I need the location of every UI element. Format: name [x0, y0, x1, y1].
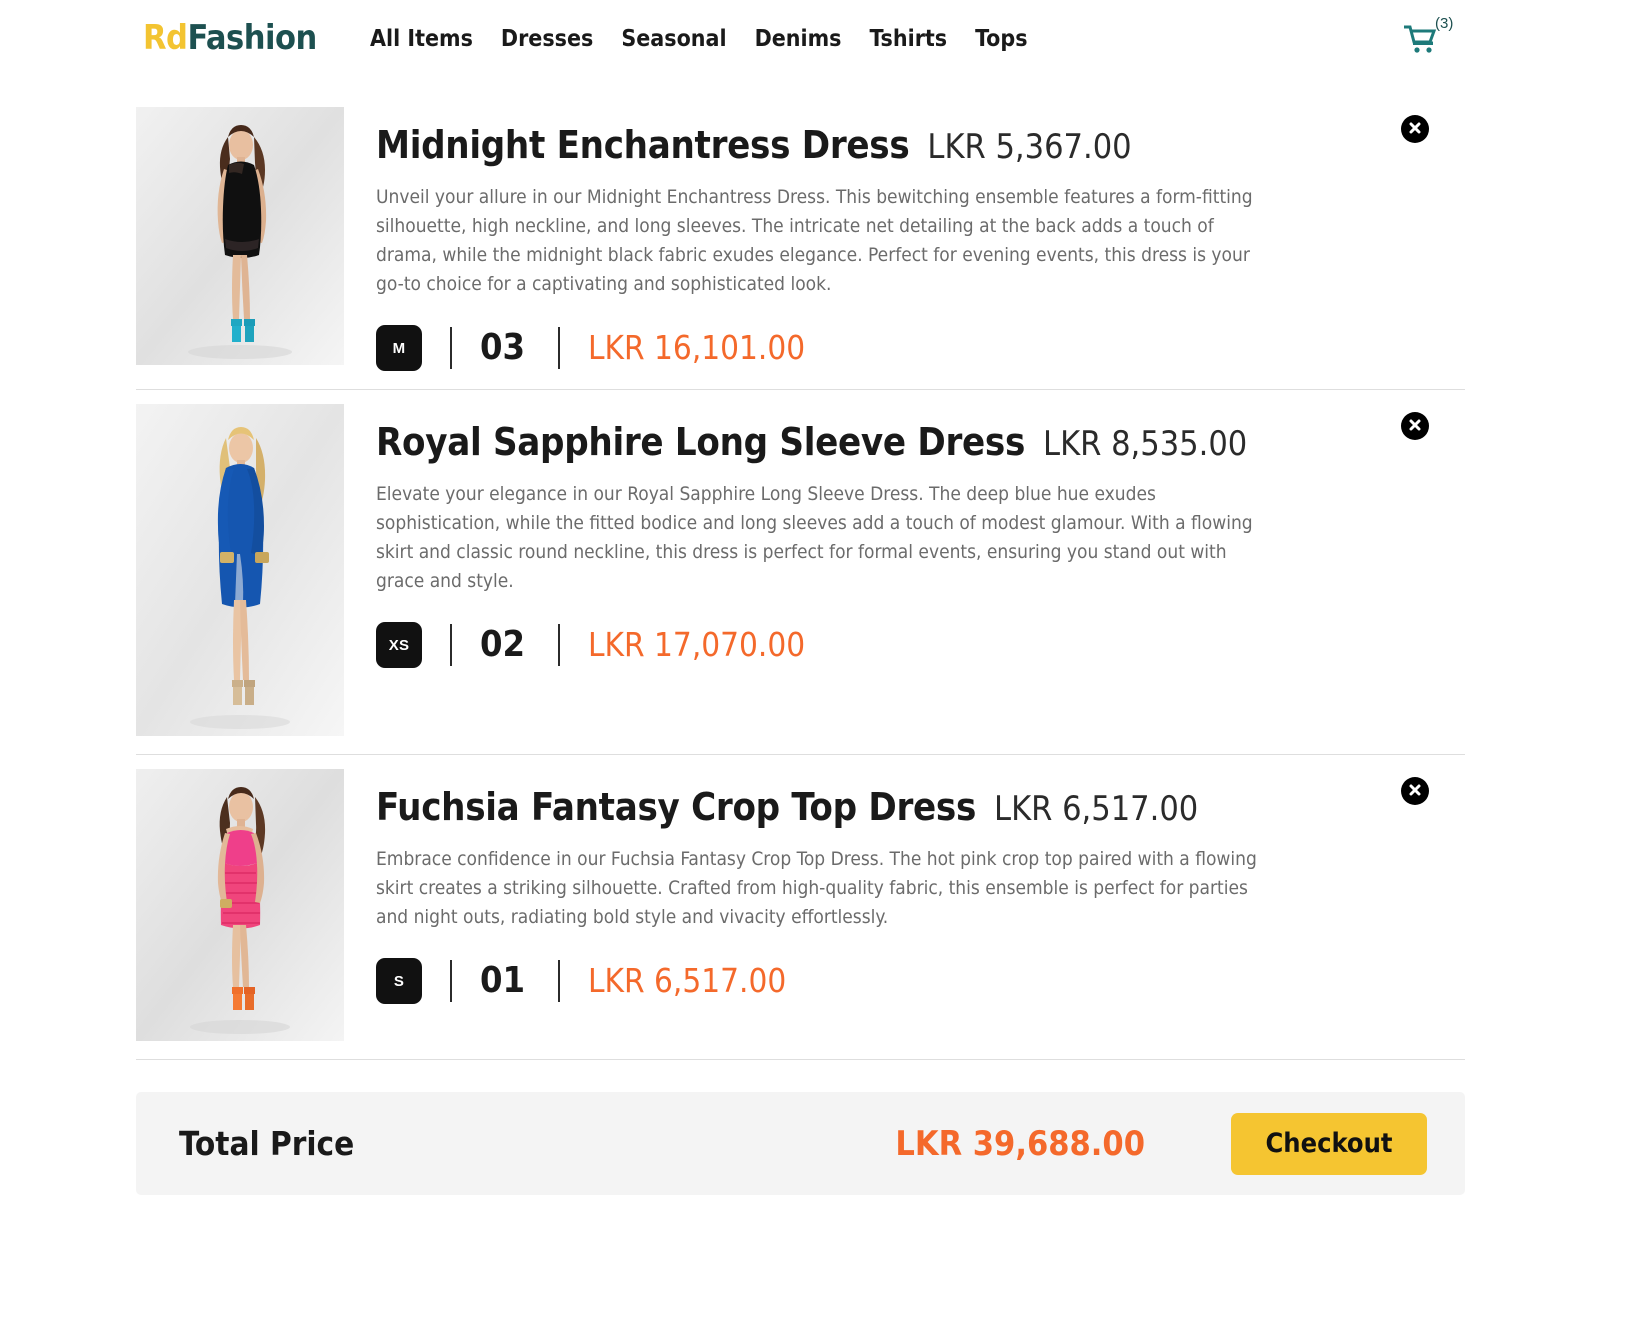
- product-unit-price: LKR 5,367.00: [927, 127, 1132, 167]
- product-thumbnail[interactable]: [136, 404, 344, 736]
- close-circle-icon: [1408, 121, 1422, 138]
- product-description: Unveil your allure in our Midnight Encha…: [376, 186, 1253, 295]
- cart-item-details: Fuchsia Fantasy Crop Top Dress LKR 6,517…: [344, 769, 1465, 1041]
- total-price-label: Total Price: [179, 1123, 355, 1163]
- site-header: RdFashion All Items Dresses Seasonal Den…: [0, 0, 1643, 78]
- brand-logo[interactable]: RdFashion: [143, 18, 317, 58]
- product-image-blue-dress: [136, 404, 344, 736]
- remove-item-button[interactable]: [1401, 412, 1429, 440]
- product-title[interactable]: Midnight Enchantress Dress: [376, 123, 910, 167]
- checkout-button[interactable]: Checkout: [1231, 1112, 1427, 1175]
- quantity-value[interactable]: 03: [480, 326, 530, 370]
- product-unit-price: LKR 8,535.00: [1043, 424, 1248, 464]
- brand-logo-secondary: Fashion: [187, 18, 317, 58]
- quantity-value[interactable]: 01: [480, 959, 530, 1003]
- cart-total-bar: Total Price LKR 39,688.00 Checkout: [136, 1092, 1465, 1195]
- divider: [450, 624, 452, 666]
- product-meta-row: M 03 LKR 16,101.00: [376, 325, 1465, 371]
- nav-item-seasonal[interactable]: Seasonal: [607, 24, 740, 54]
- brand-logo-primary: Rd: [143, 18, 188, 58]
- cart-count-badge: (3): [1435, 15, 1454, 32]
- divider: [558, 327, 560, 369]
- line-subtotal: LKR 17,070.00: [588, 625, 806, 664]
- product-title-row: Royal Sapphire Long Sleeve Dress LKR 8,5…: [376, 420, 1465, 466]
- product-meta-row: S 01 LKR 6,517.00: [376, 958, 1465, 1004]
- shopping-cart-icon: [1403, 25, 1438, 60]
- remove-item-button[interactable]: [1401, 777, 1429, 805]
- cart-item: Fuchsia Fantasy Crop Top Dress LKR 6,517…: [136, 755, 1465, 1060]
- cart-item: Midnight Enchantress Dress LKR 5,367.00 …: [136, 93, 1465, 390]
- close-circle-icon: [1408, 418, 1422, 435]
- product-title-row: Midnight Enchantress Dress LKR 5,367.00: [376, 123, 1465, 169]
- cart-button[interactable]: (3): [1403, 15, 1464, 62]
- nav-item-tshirts[interactable]: Tshirts: [856, 24, 962, 54]
- product-image-pink-dress: [136, 769, 344, 1041]
- nav-item-all-items[interactable]: All Items: [370, 24, 487, 54]
- product-description: Embrace confidence in our Fuchsia Fantas…: [376, 848, 1257, 928]
- size-badge: M: [376, 325, 422, 371]
- divider: [558, 624, 560, 666]
- product-thumbnail[interactable]: [136, 107, 344, 365]
- main-navigation: All Items Dresses Seasonal Denims Tshirt…: [370, 24, 1042, 54]
- cart-item-list: Midnight Enchantress Dress LKR 5,367.00 …: [136, 93, 1465, 1060]
- cart-item: Royal Sapphire Long Sleeve Dress LKR 8,5…: [136, 390, 1465, 755]
- cart-item-details: Royal Sapphire Long Sleeve Dress LKR 8,5…: [344, 404, 1465, 736]
- close-circle-icon: [1408, 783, 1422, 800]
- quantity-value[interactable]: 02: [480, 623, 530, 667]
- divider: [450, 327, 452, 369]
- divider: [450, 960, 452, 1002]
- size-badge: S: [376, 958, 422, 1004]
- remove-item-button[interactable]: [1401, 115, 1429, 143]
- product-description: Elevate your elegance in our Royal Sapph…: [376, 483, 1253, 592]
- size-badge: XS: [376, 622, 422, 668]
- line-subtotal: LKR 6,517.00: [588, 961, 787, 1000]
- product-title-row: Fuchsia Fantasy Crop Top Dress LKR 6,517…: [376, 785, 1465, 831]
- product-title[interactable]: Royal Sapphire Long Sleeve Dress: [376, 420, 1025, 464]
- cart-item-details: Midnight Enchantress Dress LKR 5,367.00 …: [344, 107, 1465, 371]
- product-title[interactable]: Fuchsia Fantasy Crop Top Dress: [376, 785, 976, 829]
- cart-page: RdFashion All Items Dresses Seasonal Den…: [0, 0, 1643, 1324]
- product-thumbnail[interactable]: [136, 769, 344, 1041]
- total-price-amount: LKR 39,688.00: [895, 1123, 1145, 1164]
- divider: [558, 960, 560, 1002]
- product-meta-row: XS 02 LKR 17,070.00: [376, 622, 1465, 668]
- product-image-black-dress: [136, 107, 344, 365]
- nav-item-dresses[interactable]: Dresses: [487, 24, 607, 54]
- product-unit-price: LKR 6,517.00: [994, 789, 1199, 829]
- nav-item-tops[interactable]: Tops: [961, 24, 1041, 54]
- line-subtotal: LKR 16,101.00: [588, 328, 806, 367]
- nav-item-denims[interactable]: Denims: [741, 24, 856, 54]
